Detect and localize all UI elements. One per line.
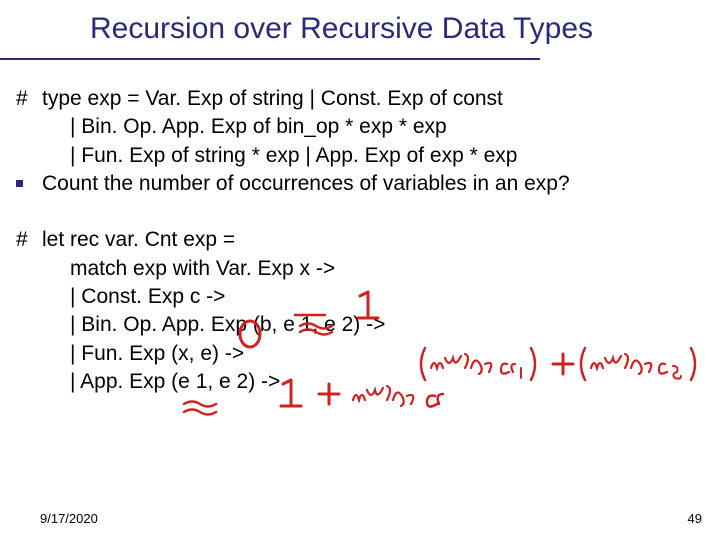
- text: let rec var. Cnt exp =: [42, 226, 235, 254]
- title-underline: [0, 58, 540, 60]
- case-const: | Const. Exp c ->: [16, 283, 706, 311]
- text: type exp = Var. Exp of string | Const. E…: [42, 85, 503, 113]
- case-binop: | Bin. Op. App. Exp (b, e 1, e 2) ->: [16, 311, 706, 339]
- match-line: match exp with Var. Exp x ->: [16, 255, 706, 283]
- square-bullet-icon: [16, 180, 23, 187]
- hash-marker: #: [16, 226, 42, 254]
- hash-marker: #: [16, 85, 42, 113]
- type-def-line2: | Bin. Op. App. Exp of bin_op * exp * ex…: [16, 113, 706, 141]
- footer-date: 9/17/2020: [40, 511, 98, 526]
- bullet-marker: [16, 170, 42, 187]
- slide: Recursion over Recursive Data Types # ty…: [0, 0, 720, 540]
- body-content: # type exp = Var. Exp of string | Const.…: [16, 85, 706, 396]
- spacer: [16, 198, 706, 226]
- question-line: Count the number of occurrences of varia…: [16, 170, 706, 198]
- type-def-line1: # type exp = Var. Exp of string | Const.…: [16, 85, 706, 113]
- case-fun: | Fun. Exp (x, e) ->: [16, 340, 706, 368]
- footer-page-number: 49: [688, 511, 702, 526]
- handwriting-x-underline2: [178, 398, 228, 422]
- type-def-line3: | Fun. Exp of string * exp | App. Exp of…: [16, 142, 706, 170]
- func-def-line1: # let rec var. Cnt exp =: [16, 226, 706, 254]
- page-title: Recursion over Recursive Data Types: [90, 12, 593, 46]
- text: Count the number of occurrences of varia…: [42, 170, 570, 198]
- case-app: | App. Exp (e 1, e 2) ->: [16, 368, 706, 396]
